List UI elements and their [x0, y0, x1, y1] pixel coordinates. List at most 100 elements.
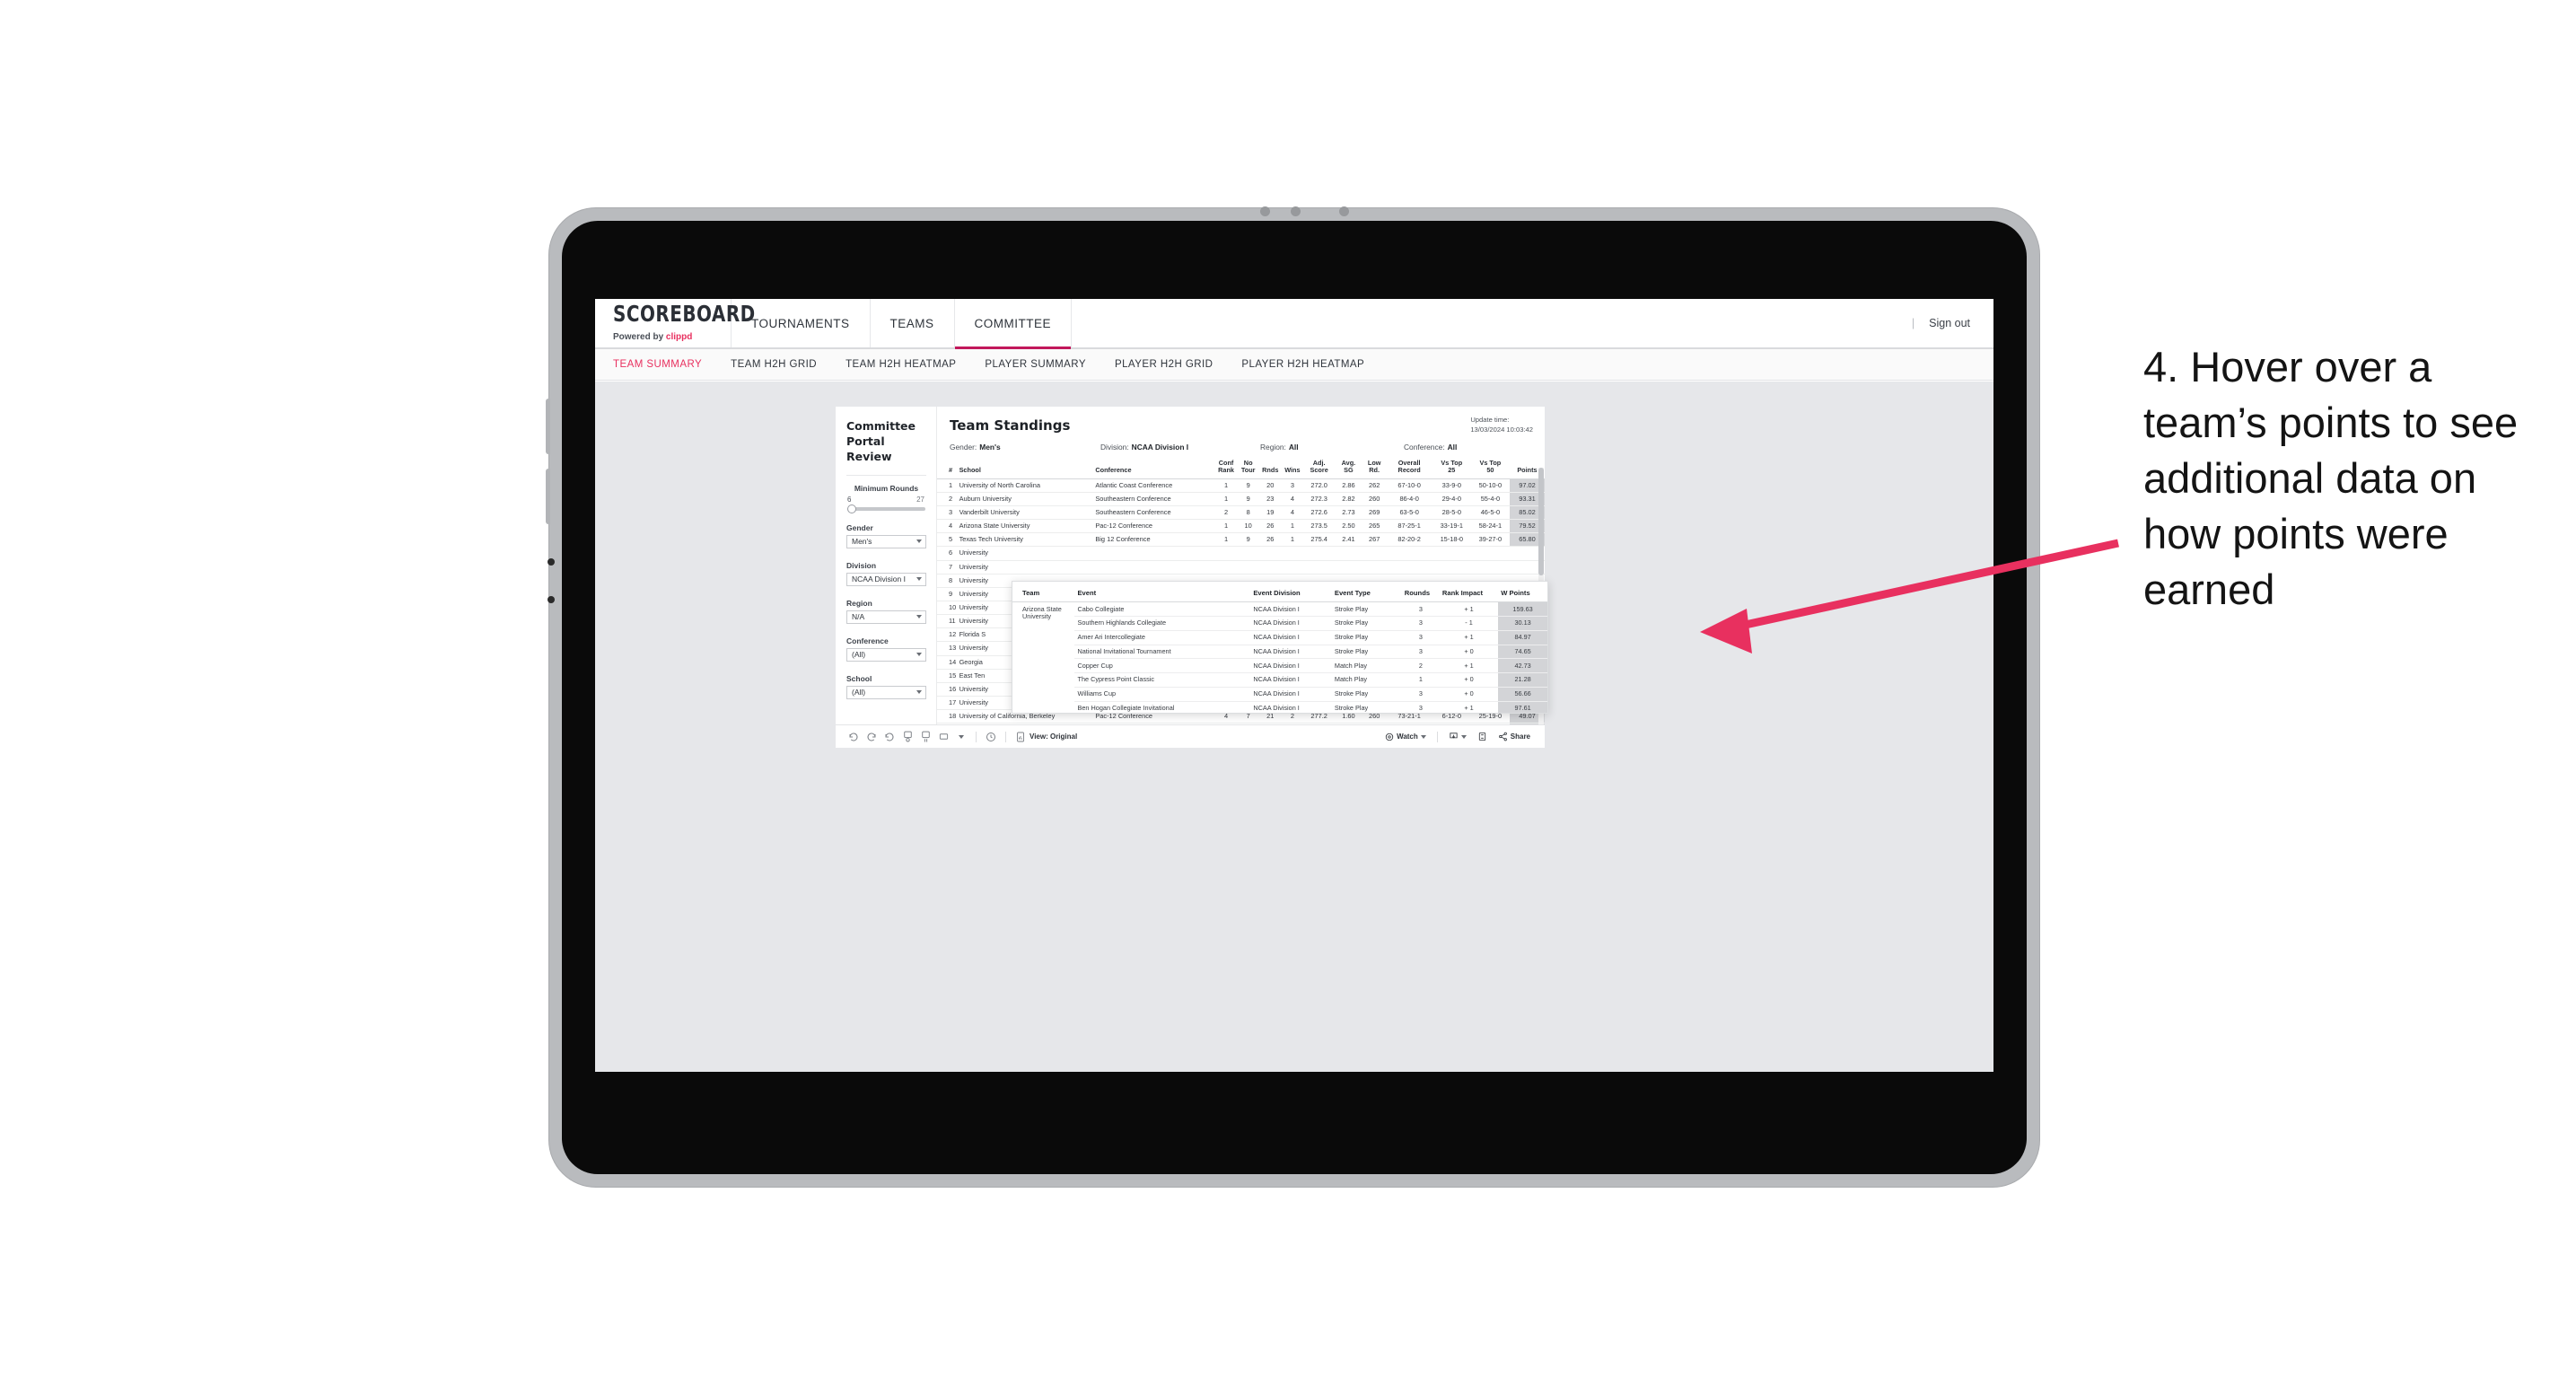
share-button[interactable]: Share: [1493, 732, 1536, 741]
table-row[interactable]: 3 Vanderbilt University Southeastern Confe…: [937, 505, 1545, 521]
minimum-rounds-slider[interactable]: [847, 504, 925, 513]
cell-rank: 2: [937, 492, 958, 507]
tooltip-table: Team Event Event Division Event Type Rou…: [1012, 582, 1547, 713]
cell-overall-record: [1386, 560, 1433, 575]
col-vs-top-50[interactable]: Vs Top 50: [1470, 459, 1510, 479]
tooltip-cell-event: Southern Highlands Collegiate: [1074, 616, 1251, 631]
pause-icon[interactable]: [982, 729, 1000, 745]
col-rank[interactable]: #: [937, 460, 958, 479]
division-select[interactable]: NCAA Division I: [846, 572, 926, 586]
cell-vs-top-25: 28-5-0: [1432, 505, 1471, 521]
tooltip-cell-rounds: 3: [1401, 601, 1440, 618]
tab-player-h2h-grid[interactable]: PLAYER H2H GRID: [1115, 359, 1213, 370]
volume-up-button[interactable]: [546, 399, 550, 454]
tab-team-h2h-heatmap[interactable]: TEAM H2H HEATMAP: [846, 359, 956, 370]
sign-out-label: Sign out: [1929, 317, 1970, 329]
tooltip-cell-rounds: 1: [1401, 672, 1440, 688]
camera-dot-icon: [1260, 206, 1270, 216]
col-low-rd[interactable]: Low Rd.: [1362, 459, 1387, 479]
filter-division: Division NCAA Division I: [846, 561, 926, 586]
cell-school: University: [957, 546, 1094, 561]
tab-team-h2h-grid[interactable]: TEAM H2H GRID: [731, 359, 817, 370]
view-original-label[interactable]: View: Original: [1030, 732, 1077, 741]
tooltip-cell-event-type: Match Play: [1331, 658, 1402, 674]
tab-team-summary[interactable]: TEAM SUMMARY: [613, 359, 702, 370]
volume-down-button[interactable]: [546, 469, 550, 524]
minimum-rounds-min: 6: [847, 495, 852, 504]
revert-icon[interactable]: [881, 729, 898, 745]
nav-item-committee[interactable]: COMMITTEE: [954, 299, 1073, 349]
breadcrumb-region: Region: All: [1260, 443, 1404, 452]
cell-conf-rank: 1: [1214, 519, 1238, 534]
table-row[interactable]: 2 Auburn University Southeastern Conferenc…: [937, 492, 1545, 507]
table-row[interactable]: 1 University of North Carolina Atlantic Co…: [937, 478, 1545, 493]
cell-rank: 4: [937, 519, 958, 534]
school-select[interactable]: (All): [846, 685, 926, 699]
table-row[interactable]: 7 University: [937, 560, 1545, 575]
cell-conf-rank: [1214, 546, 1238, 561]
camera-dot-icon: [1291, 206, 1301, 216]
device-layout-chevron-icon[interactable]: [952, 729, 970, 745]
tab-player-summary[interactable]: PLAYER SUMMARY: [985, 359, 1086, 370]
refresh-data-icon[interactable]: [898, 729, 916, 745]
chevron-down-icon: [916, 615, 922, 619]
toolbar-divider: [976, 731, 977, 742]
table-row[interactable]: 6 University: [937, 546, 1545, 561]
tab-player-h2h-heatmap[interactable]: PLAYER H2H HEATMAP: [1241, 359, 1364, 370]
breadcrumb-conference-key: Conference:: [1404, 443, 1445, 452]
download-button[interactable]: [1443, 732, 1472, 741]
cell-rank: 16: [937, 682, 958, 697]
tooltip-cell-rank-impact: + 0: [1439, 672, 1499, 688]
watch-label: Watch: [1397, 732, 1418, 741]
region-select[interactable]: N/A: [846, 610, 926, 624]
table-row[interactable]: 4 Arizona State University Pac-12 Conferen…: [937, 519, 1545, 534]
pause-auto-update-icon[interactable]: [916, 729, 934, 745]
device-layout-icon[interactable]: [934, 729, 952, 745]
tooltip-cell-rounds: 3: [1401, 645, 1440, 660]
tooltip-cell-team: Arizona State University: [1022, 604, 1062, 620]
undo-icon[interactable]: [845, 729, 863, 745]
col-conference[interactable]: Conference: [1093, 460, 1215, 479]
col-wins[interactable]: Wins: [1281, 460, 1304, 479]
toolbar-divider: [1005, 731, 1006, 742]
gender-select[interactable]: Men's: [846, 534, 926, 548]
cell-low-rd: 267: [1362, 532, 1387, 548]
brand-logo[interactable]: SCOREBOARD Powered by clippd: [595, 299, 755, 347]
sub-tab-bar: TEAM SUMMARY TEAM H2H GRID TEAM H2H HEAT…: [595, 349, 1993, 381]
breadcrumb: Gender: Men's Division: NCAA Division I …: [950, 443, 1532, 452]
school-value: (All): [852, 688, 866, 697]
tooltip-cell-rank-impact: + 1: [1439, 658, 1499, 674]
nav-item-tournaments[interactable]: TOURNAMENTS: [732, 299, 871, 347]
cell-school: Auburn University: [957, 492, 1094, 507]
cell-vs-top-25: [1432, 560, 1471, 575]
sign-out-button[interactable]: | Sign out: [1912, 299, 1993, 347]
conference-select[interactable]: (All): [846, 647, 926, 662]
col-overall[interactable]: Overall Record: [1386, 459, 1433, 479]
tooltip-cell-rank-impact: - 1: [1439, 616, 1499, 631]
nav-item-teams[interactable]: TEAMS: [871, 299, 955, 347]
cell-vs-top-50: 46-5-0: [1470, 505, 1510, 521]
fullscreen-button[interactable]: [1472, 732, 1493, 741]
view-original-icon[interactable]: [1012, 729, 1030, 745]
cell-no-tour: 8: [1237, 505, 1259, 521]
col-rnds[interactable]: Rnds: [1258, 460, 1282, 479]
col-no-tour[interactable]: No Tour: [1237, 459, 1259, 479]
col-vs-top-25[interactable]: Vs Top 25: [1432, 459, 1471, 479]
cell-overall-record: 63-5-0: [1386, 505, 1433, 521]
standings-scrollbar-thumb[interactable]: [1538, 468, 1544, 575]
watch-button[interactable]: Watch: [1380, 732, 1432, 741]
cell-low-rd: [1362, 560, 1387, 575]
col-conf-rank[interactable]: Conf Rank: [1214, 459, 1238, 479]
minimum-rounds-slider-handle[interactable]: [847, 504, 856, 513]
cell-vs-top-50: 50-10-0: [1470, 478, 1510, 493]
col-avg-sg[interactable]: Avg. SG: [1335, 459, 1362, 479]
tooltip-row: Arizona State University Cabo Collegiate N…: [1012, 601, 1547, 620]
table-row[interactable]: 5 Texas Tech University Big 12 Conference 1…: [937, 532, 1545, 548]
col-school[interactable]: School: [957, 460, 1094, 479]
tooltip-cell-w-points: 74.65: [1498, 645, 1547, 660]
cell-adj-score: 273.5: [1303, 519, 1336, 534]
cell-vs-top-50: 58-24-1: [1470, 519, 1510, 534]
cell-wins: [1281, 546, 1304, 561]
redo-icon[interactable]: [863, 729, 881, 745]
col-adj-score[interactable]: Adj. Score: [1303, 459, 1336, 479]
